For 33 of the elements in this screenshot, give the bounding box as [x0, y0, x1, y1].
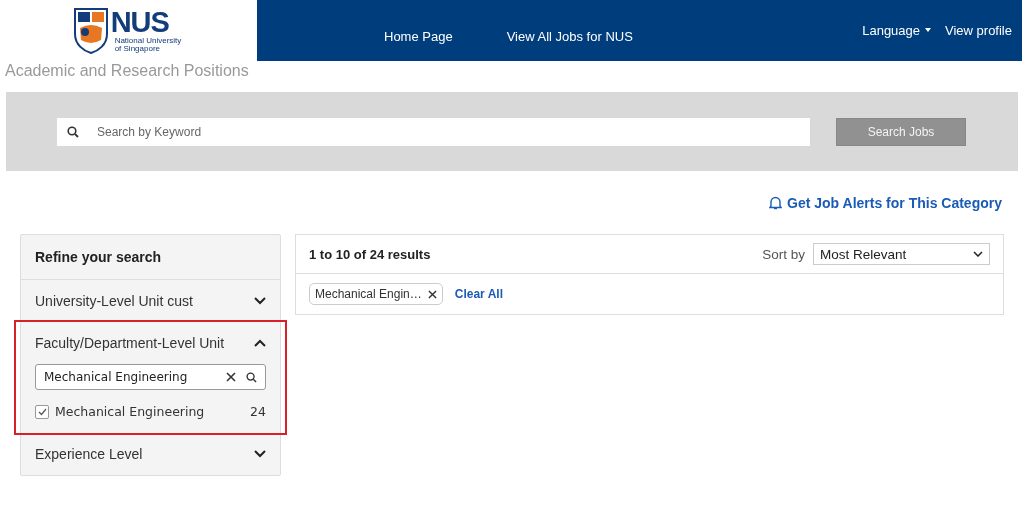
chevron-down-icon [973, 251, 983, 257]
option-label: Mechanical Engineering [55, 404, 206, 419]
facet-toggle[interactable]: University-Level Unit cust [35, 280, 266, 322]
chevron-down-icon [254, 450, 266, 458]
bell-icon [769, 195, 783, 210]
search-icon [67, 125, 79, 138]
results-summary: 1 to 10 of 24 results [309, 246, 432, 262]
search-icon [246, 371, 257, 383]
logo-subtitle: National University [114, 37, 182, 45]
sort-label: Sort by [762, 246, 805, 262]
facet-toggle[interactable]: Experience Level [35, 433, 266, 475]
checkbox[interactable] [35, 404, 49, 419]
language-dropdown[interactable]: Language [862, 22, 932, 38]
clear-all-link[interactable]: Clear All [454, 287, 503, 301]
chevron-up-icon [254, 339, 266, 347]
nav-link[interactable]: View All Jobs for NUS [506, 29, 633, 44]
crest-icon [73, 7, 108, 54]
page-subtitle: Academic and Research Positions [4, 61, 250, 81]
search-field[interactable]: Search by Keyword [57, 117, 810, 146]
logo-wordmark: NUS [110, 8, 170, 37]
filter-chip[interactable]: Mechanical Engin… [309, 283, 443, 305]
option-count: 24 [250, 404, 266, 419]
clear-icon[interactable] [226, 372, 236, 382]
job-alert-link[interactable]: Get Job Alerts for This Category [769, 193, 1002, 212]
logo-subtitle: of Singapore [114, 45, 160, 53]
facet-toggle[interactable]: Faculty/Department-Level Unit [35, 322, 266, 364]
close-icon[interactable] [427, 289, 437, 299]
filter-title: Refine your search [21, 235, 280, 280]
filter-field[interactable]: Mechanical Engineering [35, 364, 266, 390]
sort-dropdown[interactable]: Most Relevant [813, 243, 990, 265]
chevron-down-icon [254, 297, 266, 305]
nav-link[interactable]: View profile [945, 22, 1012, 38]
nav-link[interactable]: Home Page [384, 29, 453, 44]
